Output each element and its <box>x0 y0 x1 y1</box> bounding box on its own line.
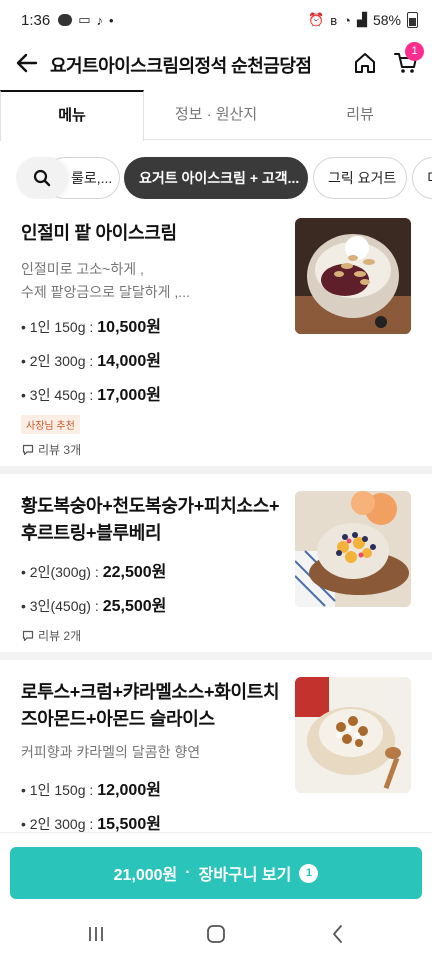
menu-item-photo <box>295 491 411 607</box>
menu-item-desc-line1: 인절미로 고소~하게 , <box>21 261 144 277</box>
tab-info-origin[interactable]: 정보 · 원산지 <box>144 90 288 140</box>
home-icon[interactable] <box>352 50 378 76</box>
page-title: 요거트아이스크림의정석 순천금당점 <box>50 56 312 76</box>
top-app-bar: 요거트아이스크림의정석 순천금당점 <box>0 40 432 88</box>
menu-item-name: 인절미 팥 아이스크림 <box>21 223 177 243</box>
review-count: 리뷰 3개 <box>22 441 81 458</box>
price-option-row: • 1인 150g :12,000원 <box>21 776 161 800</box>
chip-category-greek-yogurt[interactable]: 그릭 요거트 <box>313 157 407 199</box>
price-option-row: • 2인(300g) :22,500원 <box>21 558 166 582</box>
chat-notification-icon <box>58 14 73 26</box>
peach-yogurt-photo <box>295 491 411 607</box>
alarm-icon: ⏰ <box>308 12 325 27</box>
status-time: 1:36 <box>21 11 51 29</box>
category-chips: 룰로,... 요거트 아이스크림 + 고객... 그릭 요거트 디 <box>0 157 432 199</box>
chip-category-next[interactable]: 디 <box>412 157 432 199</box>
price-option-label: • 2인 300g : <box>21 353 94 369</box>
menu-item-desc: 커피향과 캬라멜의 달콤한 향연 <box>21 744 201 760</box>
injeolmi-ice-cream-photo <box>295 218 411 334</box>
price-option-label: • 3인(450g) : <box>21 598 99 614</box>
signal-icon: ▟ <box>356 12 367 27</box>
category-search-button[interactable] <box>16 157 68 199</box>
cart-total-amount: 21,000원 <box>113 867 178 884</box>
menu-item-name-line2: 후르트링+블루베리 <box>21 523 162 543</box>
battery-icon <box>407 12 418 28</box>
menu-item-desc-line2: 수제 팥앙금으로 달달하게 ,... <box>21 284 190 300</box>
tab-reviews[interactable]: 리뷰 <box>288 90 432 140</box>
price-option-row: • 3인(450g) :25,500원 <box>21 592 166 616</box>
review-count-text: 리뷰 3개 <box>38 443 82 457</box>
comment-icon <box>22 630 34 641</box>
walk-notification-icon: ♪ <box>96 12 104 28</box>
tab-bar: 메뉴 정보 · 원산지 리뷰 <box>0 90 432 141</box>
review-count-text: 리뷰 2개 <box>38 629 82 643</box>
price-value: 14,000원 <box>97 353 161 370</box>
menu-item-photo <box>295 677 411 793</box>
price-option-row: • 2인 300g :14,000원 <box>21 347 161 371</box>
menu-item-name-line1: 로투스+크럼+캬라멜소스+화이트치 <box>21 682 280 702</box>
back-arrow-icon[interactable] <box>14 50 40 76</box>
price-value: 10,500원 <box>97 319 161 336</box>
price-option-row: • 1인 150g :10,500원 <box>21 313 161 337</box>
price-value: 15,500원 <box>97 816 161 833</box>
price-option-label: • 2인 300g : <box>21 816 94 832</box>
search-icon <box>33 169 51 187</box>
view-cart-button[interactable]: 21,000원 · 장바구니 보기 1 <box>10 847 422 899</box>
cart-item-count: 1 <box>299 863 319 883</box>
card-notification-icon: ▭ <box>78 12 91 27</box>
status-bar: 1:36 ▭ ♪ • ⏰ ʙ ◔ ▟ 58% <box>0 0 432 40</box>
cart-separator: · <box>185 864 191 881</box>
chip-category-active[interactable]: 요거트 아이스크림 + 고객... <box>124 157 308 199</box>
bluetooth-icon: ʙ <box>330 12 338 28</box>
price-option-label: • 2인(300g) : <box>21 564 99 580</box>
price-option-label: • 1인 150g : <box>21 782 94 798</box>
price-option-label: • 1인 150g : <box>21 319 94 335</box>
price-option-label: • 3인 450g : <box>21 387 94 403</box>
recent-apps-icon[interactable] <box>84 922 108 946</box>
section-divider <box>0 652 432 660</box>
price-value: 25,500원 <box>102 598 167 615</box>
menu-item-name-line1: 황도복숭아+천도복숭가+피치소스+ <box>21 496 280 516</box>
tab-menu[interactable]: 메뉴 <box>0 90 144 141</box>
more-notifications-icon: • <box>109 12 114 28</box>
price-value: 17,000원 <box>97 387 161 404</box>
review-count: 리뷰 2개 <box>22 627 81 644</box>
home-nav-icon[interactable] <box>204 922 228 946</box>
owner-recommend-badge: 사장님 추천 <box>21 415 80 434</box>
lotus-caramel-photo <box>295 677 411 793</box>
price-option-row: • 3인 450g :17,000원 <box>21 381 161 405</box>
back-nav-icon[interactable] <box>326 922 350 946</box>
menu-item-name-line2: 즈아몬드+아몬드 슬라이스 <box>21 709 215 729</box>
comment-icon <box>22 444 34 455</box>
price-value: 12,000원 <box>97 782 161 799</box>
system-nav-bar <box>0 908 432 960</box>
price-value: 22,500원 <box>102 564 167 581</box>
wifi-icon: ◔ <box>343 12 351 28</box>
menu-item-photo <box>295 218 411 334</box>
cart-count-badge: 1 <box>405 42 424 61</box>
price-option-row: • 2인 300g :15,500원 <box>21 810 161 834</box>
view-cart-label: 장바구니 보기 <box>198 867 292 884</box>
battery-percent: 58% <box>372 12 401 28</box>
section-divider <box>0 466 432 474</box>
